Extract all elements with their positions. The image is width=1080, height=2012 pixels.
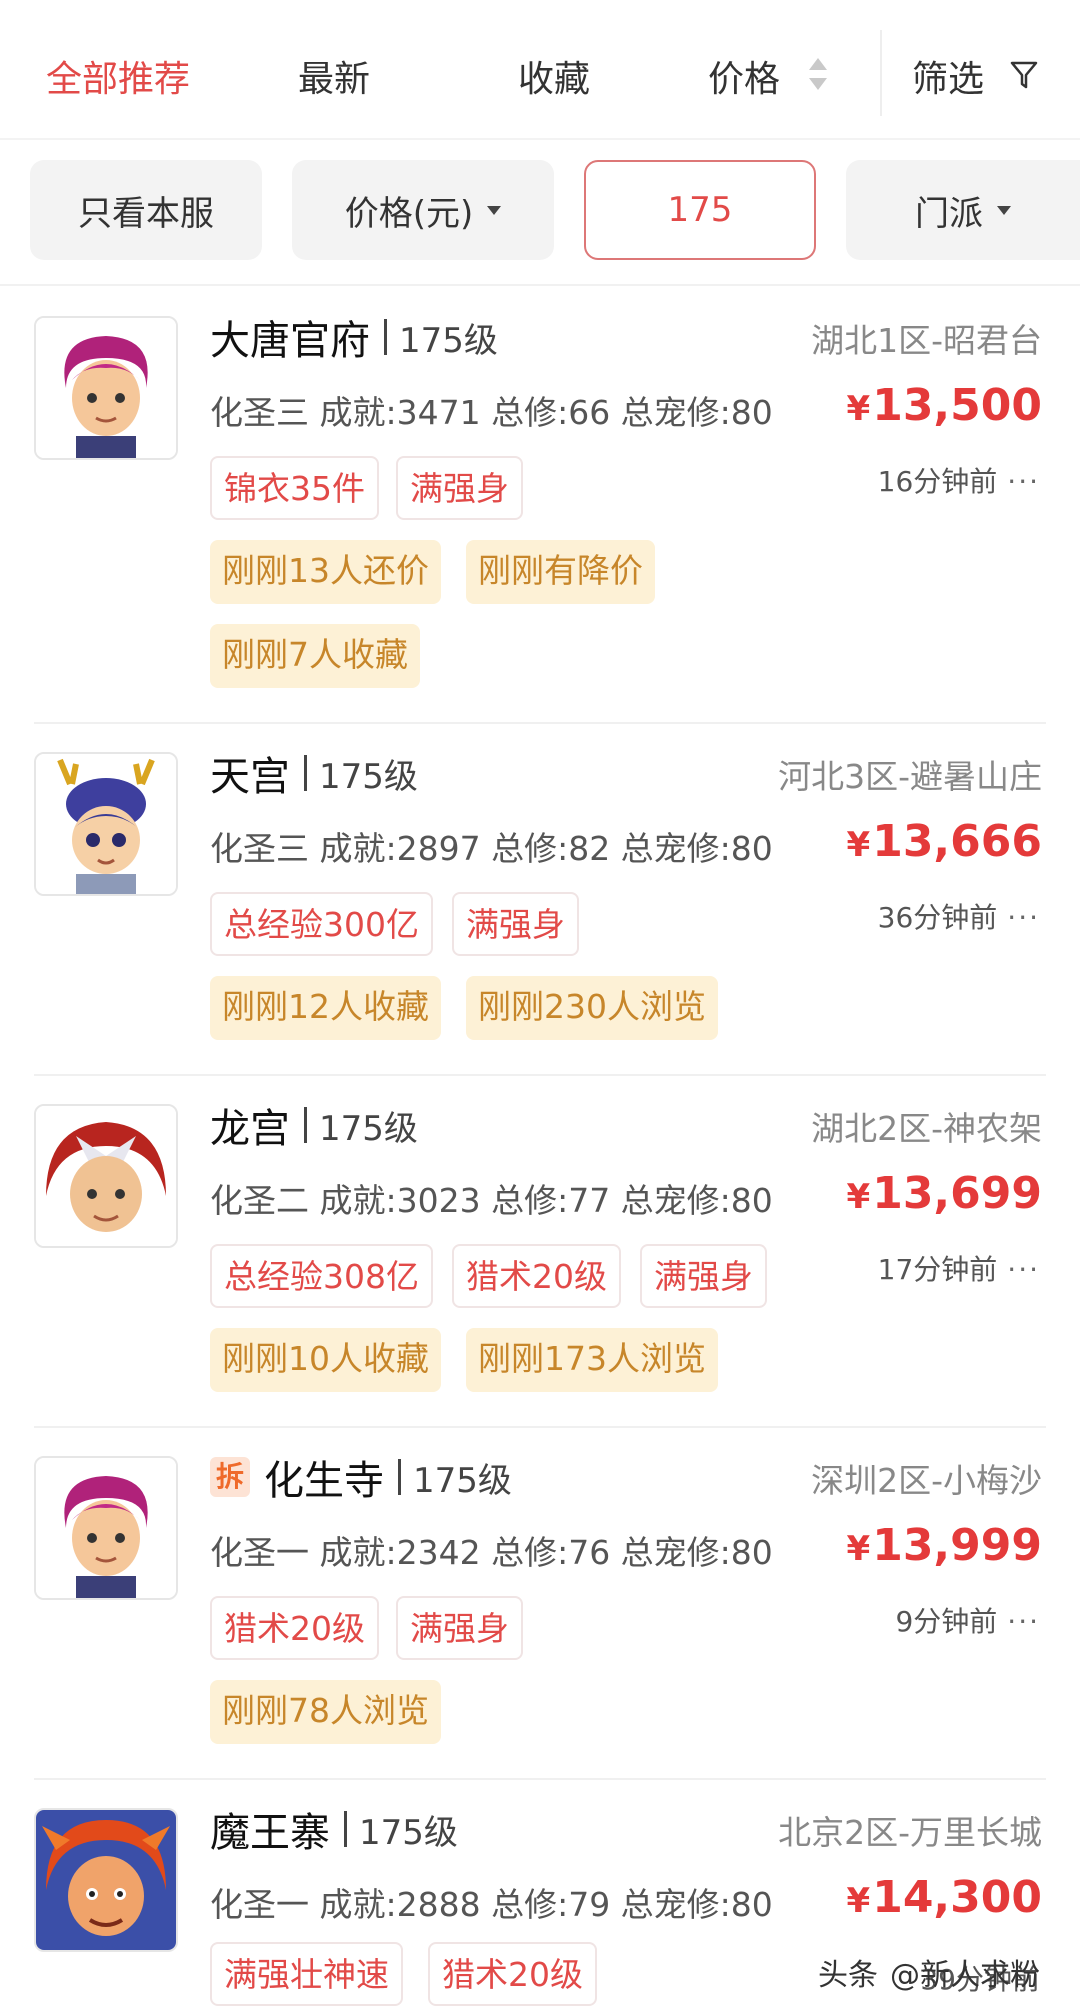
server-name: 河北3区-避暑山庄 bbox=[778, 757, 1042, 796]
feature-tag: 总经验308亿 bbox=[210, 1244, 433, 1308]
more-icon[interactable]: ··· bbox=[1007, 901, 1040, 934]
listing-title: 魔王寨 175级 bbox=[210, 1800, 458, 1858]
listing-card[interactable]: 大唐官府 175级 湖北1区-昭君台 化圣三 成就:3471 总修:66 总宠修:… bbox=[0, 290, 1080, 726]
character-stats: 化圣二 成就:3023 总修:77 总宠修:80 bbox=[210, 1181, 773, 1220]
school-dropdown[interactable]: 门派 bbox=[846, 160, 1080, 260]
posted-time: 16分钟前 ··· bbox=[877, 465, 1040, 498]
character-avatar bbox=[34, 1808, 178, 1952]
school-name: 龙宫 bbox=[210, 1106, 290, 1152]
divider bbox=[34, 1778, 1046, 1780]
sort-bar: 全部推荐 最新 收藏 价格 筛选 bbox=[0, 0, 1080, 140]
school-dropdown-label: 门派 bbox=[915, 193, 983, 234]
character-stats: 化圣一 成就:2342 总修:76 总宠修:80 bbox=[210, 1533, 773, 1572]
feature-tag: 猎术20级 bbox=[452, 1244, 621, 1308]
feature-tag: 满强身 bbox=[452, 892, 579, 956]
listing-title: 拆化生寺 175级 bbox=[210, 1448, 512, 1506]
more-icon[interactable]: ··· bbox=[1007, 1605, 1040, 1638]
posted-time: 17分钟前 ··· bbox=[877, 1253, 1040, 1286]
level-label: 175级 bbox=[319, 1108, 418, 1149]
price: ¥13,500 bbox=[846, 380, 1042, 431]
price: ¥13,666 bbox=[846, 816, 1042, 867]
level-input-value: 175 bbox=[667, 190, 733, 230]
activity-tag: 刚刚13人还价 bbox=[210, 540, 441, 604]
feature-tag: 满强身 bbox=[640, 1244, 767, 1308]
character-stats: 化圣三 成就:2897 总修:82 总宠修:80 bbox=[210, 829, 773, 868]
server-only-label: 只看本服 bbox=[78, 193, 214, 234]
activity-tag: 刚刚78人浏览 bbox=[210, 1680, 441, 1744]
feature-tag: 总经验300亿 bbox=[210, 892, 433, 956]
posted-time: 9分钟前 ··· bbox=[895, 1605, 1040, 1638]
character-avatar bbox=[34, 1456, 178, 1600]
activity-tag: 刚刚有降价 bbox=[466, 540, 655, 604]
divider bbox=[34, 1426, 1046, 1428]
server-only-chip[interactable]: 只看本服 bbox=[30, 160, 262, 260]
divider bbox=[34, 1074, 1046, 1076]
divider bbox=[0, 284, 1080, 286]
level-label: 175级 bbox=[359, 1812, 458, 1853]
level-label: 175级 bbox=[399, 320, 498, 361]
server-name: 北京2区-万里长城 bbox=[778, 1813, 1042, 1852]
activity-tag: 刚刚10人收藏 bbox=[210, 1328, 441, 1392]
tab-price[interactable]: 价格 bbox=[708, 50, 780, 102]
feature-tag: 猎术20级 bbox=[210, 1596, 379, 1660]
divider bbox=[34, 722, 1046, 724]
school-name: 魔王寨 bbox=[210, 1810, 330, 1856]
school-name: 大唐官府 bbox=[210, 318, 370, 364]
listing-card[interactable]: 龙宫 175级 湖北2区-神农架 化圣二 成就:3023 总修:77 总宠修:80… bbox=[0, 1078, 1080, 1430]
character-stats: 化圣三 成就:3471 总修:66 总宠修:80 bbox=[210, 393, 773, 432]
price: ¥13,999 bbox=[846, 1520, 1042, 1571]
chevron-down-icon bbox=[997, 205, 1011, 215]
feature-tag: 满强壮神速 bbox=[210, 1942, 403, 2006]
feature-tag: 锦衣35件 bbox=[210, 456, 379, 520]
filter-bar: 只看本服 价格(元) 175 门派 bbox=[0, 140, 1080, 288]
listing-card[interactable]: 天宫 175级 河北3区-避暑山庄 化圣三 成就:2897 总修:82 总宠修:8… bbox=[0, 726, 1080, 1078]
server-name: 湖北2区-神农架 bbox=[811, 1109, 1042, 1148]
price: ¥14,300 bbox=[846, 1872, 1042, 1923]
funnel-icon[interactable] bbox=[1010, 60, 1038, 90]
feature-tag: 满强身 bbox=[396, 1596, 523, 1660]
school-name: 化生寺 bbox=[264, 1458, 384, 1504]
level-label: 175级 bbox=[413, 1460, 512, 1501]
activity-tag: 刚刚7人收藏 bbox=[210, 624, 420, 688]
school-name: 天宫 bbox=[210, 754, 290, 800]
price-dropdown-label: 价格(元) bbox=[344, 193, 474, 234]
character-avatar bbox=[34, 752, 178, 896]
split-badge: 拆 bbox=[210, 1457, 250, 1497]
sort-arrows-icon[interactable] bbox=[808, 56, 828, 96]
price-dropdown[interactable]: 价格(元) bbox=[292, 160, 554, 260]
character-stats: 化圣一 成就:2888 总修:79 总宠修:80 bbox=[210, 1885, 773, 1924]
character-avatar bbox=[34, 1104, 178, 1248]
tab-all-recommended[interactable]: 全部推荐 bbox=[46, 50, 190, 102]
server-name: 湖北1区-昭君台 bbox=[811, 321, 1042, 360]
listing-title: 大唐官府 175级 bbox=[210, 308, 498, 366]
feature-tag: 猎术20级 bbox=[428, 1942, 597, 2006]
divider bbox=[880, 30, 882, 116]
more-icon[interactable]: ··· bbox=[1007, 1253, 1040, 1286]
activity-tag: 刚刚173人浏览 bbox=[466, 1328, 718, 1392]
tab-favorites[interactable]: 收藏 bbox=[518, 50, 590, 102]
level-label: 175级 bbox=[319, 756, 418, 797]
filter-button[interactable]: 筛选 bbox=[912, 50, 984, 102]
level-input[interactable]: 175 bbox=[584, 160, 816, 260]
tab-newest[interactable]: 最新 bbox=[298, 50, 370, 102]
server-name: 深圳2区-小梅沙 bbox=[811, 1461, 1042, 1500]
character-avatar bbox=[34, 316, 178, 460]
watermark: 头条 @新人求粉 bbox=[818, 1958, 1040, 1993]
activity-tag: 刚刚12人收藏 bbox=[210, 976, 441, 1040]
listing-title: 龙宫 175级 bbox=[210, 1096, 418, 1154]
feature-tag: 满强身 bbox=[396, 456, 523, 520]
activity-tag: 刚刚230人浏览 bbox=[466, 976, 718, 1040]
listing-card[interactable]: 拆化生寺 175级 深圳2区-小梅沙 化圣一 成就:2342 总修:76 总宠修:… bbox=[0, 1430, 1080, 1782]
chevron-down-icon bbox=[487, 205, 502, 215]
listing-title: 天宫 175级 bbox=[210, 744, 418, 802]
more-icon[interactable]: ··· bbox=[1007, 465, 1040, 498]
price: ¥13,699 bbox=[846, 1168, 1042, 1219]
posted-time: 36分钟前 ··· bbox=[877, 901, 1040, 934]
